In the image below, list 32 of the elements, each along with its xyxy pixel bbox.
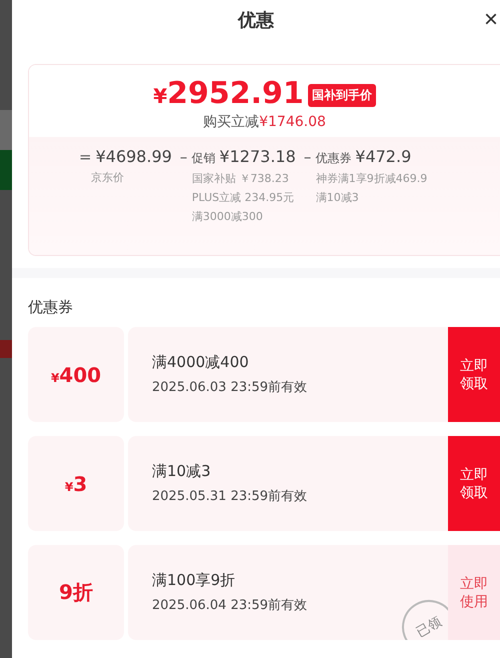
close-button[interactable]: ×: [482, 8, 500, 32]
coupon-condition: 满10减3: [152, 462, 212, 481]
breakdown-label: 优惠券: [315, 150, 352, 167]
final-price: ¥2952.91: [153, 77, 304, 113]
breakdown-amount: ¥1273.18: [219, 147, 296, 166]
breakdown-label: 促销: [191, 150, 216, 167]
coupon-validity: 2025.06.04 23:59前有效: [152, 597, 308, 614]
coupon-condition: 满4000减400: [152, 353, 250, 372]
price-badge: 国补到手价: [308, 84, 376, 106]
coupon-condition: 满100享9折: [152, 571, 236, 590]
coupon-value: 9折: [59, 579, 93, 606]
claim-button[interactable]: 立即领取: [448, 327, 500, 422]
operator: =: [79, 148, 92, 166]
section-title: 优惠券: [28, 298, 74, 317]
sheet-title: 优惠: [238, 9, 274, 32]
coupon-validity: 2025.05.31 23:59前有效: [152, 488, 308, 505]
saving-text: 购买立减¥1746.08: [203, 113, 326, 131]
breakdown-detail: 神券满1享9折减469.9: [314, 171, 428, 186]
breakdown-detail: 国家补贴 ￥738.23: [190, 171, 290, 186]
breakdown-detail: 满3000减300: [190, 209, 264, 224]
breakdown-detail: 满10减3: [314, 190, 360, 205]
operator: –: [180, 148, 188, 166]
breakdown-detail: PLUS立减 234.95元: [190, 190, 296, 205]
breakdown-amount: ¥4698.99: [96, 147, 172, 166]
coupon-value: ¥3: [64, 472, 88, 496]
breakdown-amount: ¥472.9: [355, 147, 412, 166]
operator: –: [304, 148, 312, 166]
coupon-validity: 2025.06.03 23:59前有效: [152, 379, 308, 396]
breakdown-detail: 京东价: [90, 170, 125, 185]
coupon-value: ¥400: [50, 362, 102, 386]
use-button[interactable]: 立即使用: [448, 545, 500, 640]
claim-button[interactable]: 立即领取: [448, 436, 500, 531]
